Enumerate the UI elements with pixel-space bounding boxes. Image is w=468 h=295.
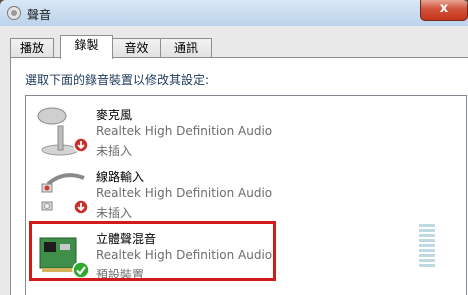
list-item-microphone[interactable]: 麥克風 Realtek High Definition Audio 未插入	[26, 98, 456, 162]
instruction-text: 選取下面的錄音裝置以修改其設定:	[25, 73, 210, 87]
close-button[interactable]: x	[420, 0, 468, 21]
list-item-line-in[interactable]: 線路輸入 Realtek High Definition Audio 未插入	[26, 160, 456, 224]
device-list[interactable]: 麥克風 Realtek High Definition Audio 未插入 線路…	[25, 95, 467, 295]
recording-panel: 選取下面的錄音裝置以修改其設定: 麥克風 Realtek High Defini…	[10, 57, 468, 295]
sound-dialog: 聲音 x 播放 錄製 音效 通訊 選取下面的錄音裝置以修改其設定: 麥克風 Re…	[0, 0, 468, 295]
tab-sounds[interactable]: 音效	[111, 38, 162, 58]
speaker-icon	[7, 6, 21, 20]
unplugged-badge-icon	[73, 199, 89, 215]
title-bar[interactable]: 聲音 x	[0, 0, 468, 26]
tab-playback[interactable]: 播放	[10, 38, 54, 58]
device-name: 線路輸入	[96, 170, 145, 184]
volume-level-meter	[419, 224, 435, 272]
device-driver: Realtek High Definition Audio	[96, 186, 273, 200]
tab-recording[interactable]: 錄製	[60, 35, 113, 59]
window-title: 聲音	[27, 8, 52, 22]
device-status: 未插入	[96, 144, 133, 158]
tab-communications[interactable]: 通訊	[160, 38, 212, 58]
device-driver: Realtek High Definition Audio	[96, 124, 273, 138]
unplugged-badge-icon	[73, 137, 89, 153]
device-name: 麥克風	[96, 108, 133, 122]
selection-highlight	[29, 221, 276, 281]
device-status: 未插入	[96, 206, 133, 220]
